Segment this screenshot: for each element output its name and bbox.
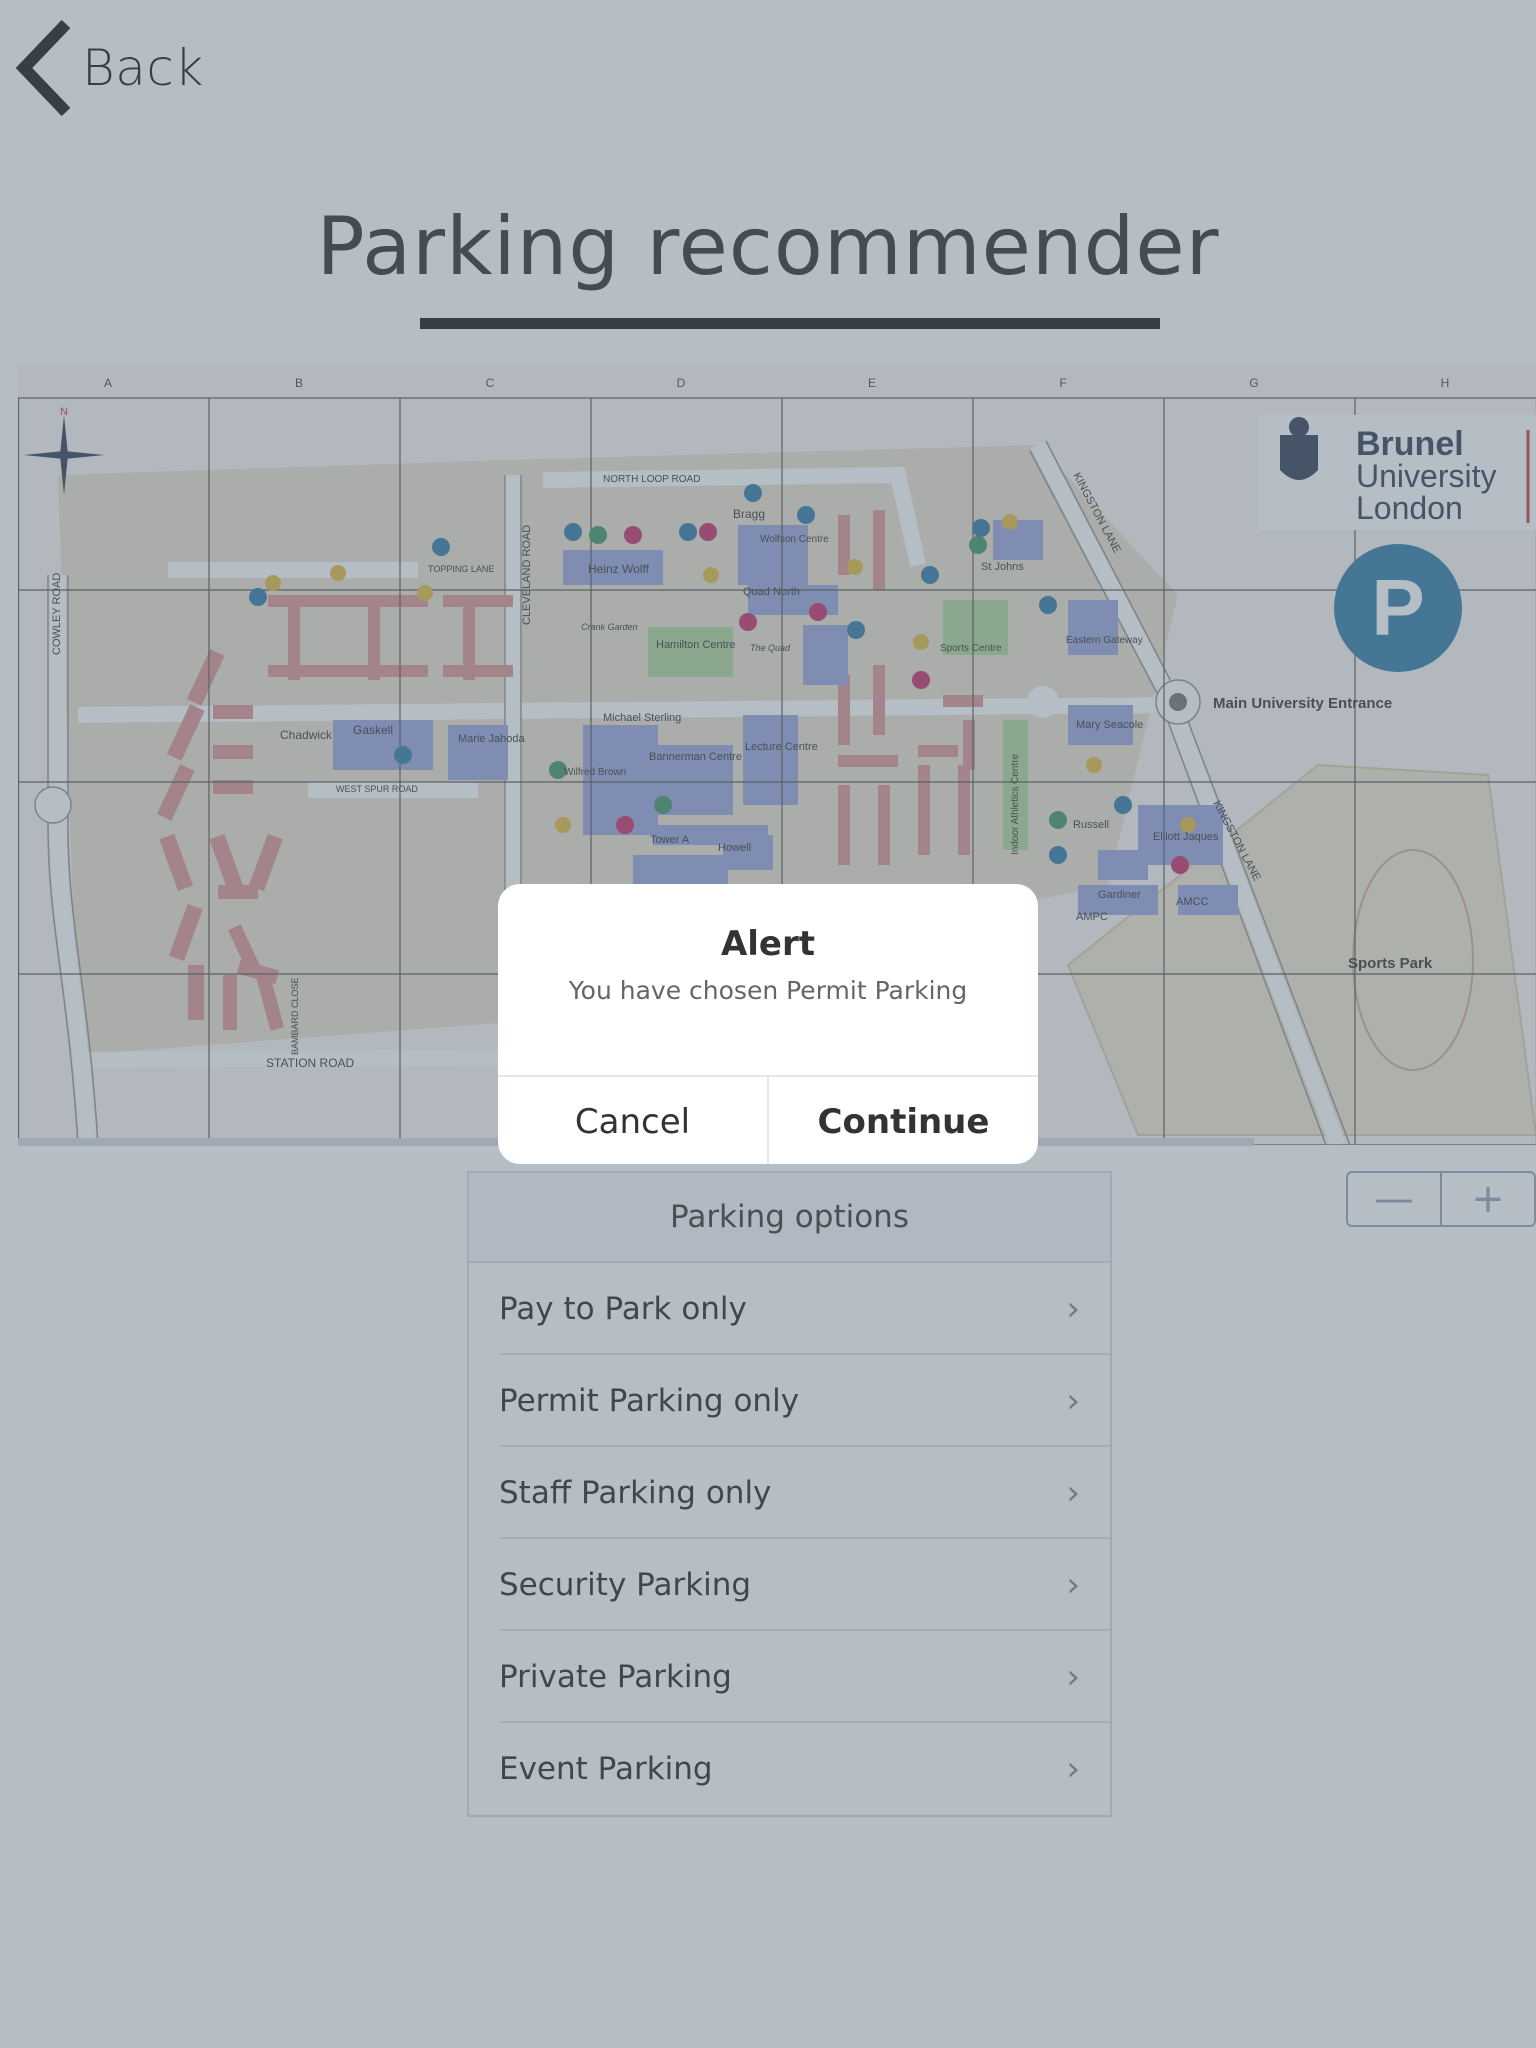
alert-title: Alert — [720, 924, 816, 964]
cancel-button[interactable]: Cancel — [498, 1077, 767, 1164]
alert-message: You have chosen Permit Parking — [568, 976, 968, 1005]
alert-actions: Cancel Continue — [498, 1075, 1038, 1164]
alert-dialog: Alert You have chosen Permit Parking Can… — [498, 884, 1038, 1164]
continue-button[interactable]: Continue — [767, 1077, 1038, 1164]
